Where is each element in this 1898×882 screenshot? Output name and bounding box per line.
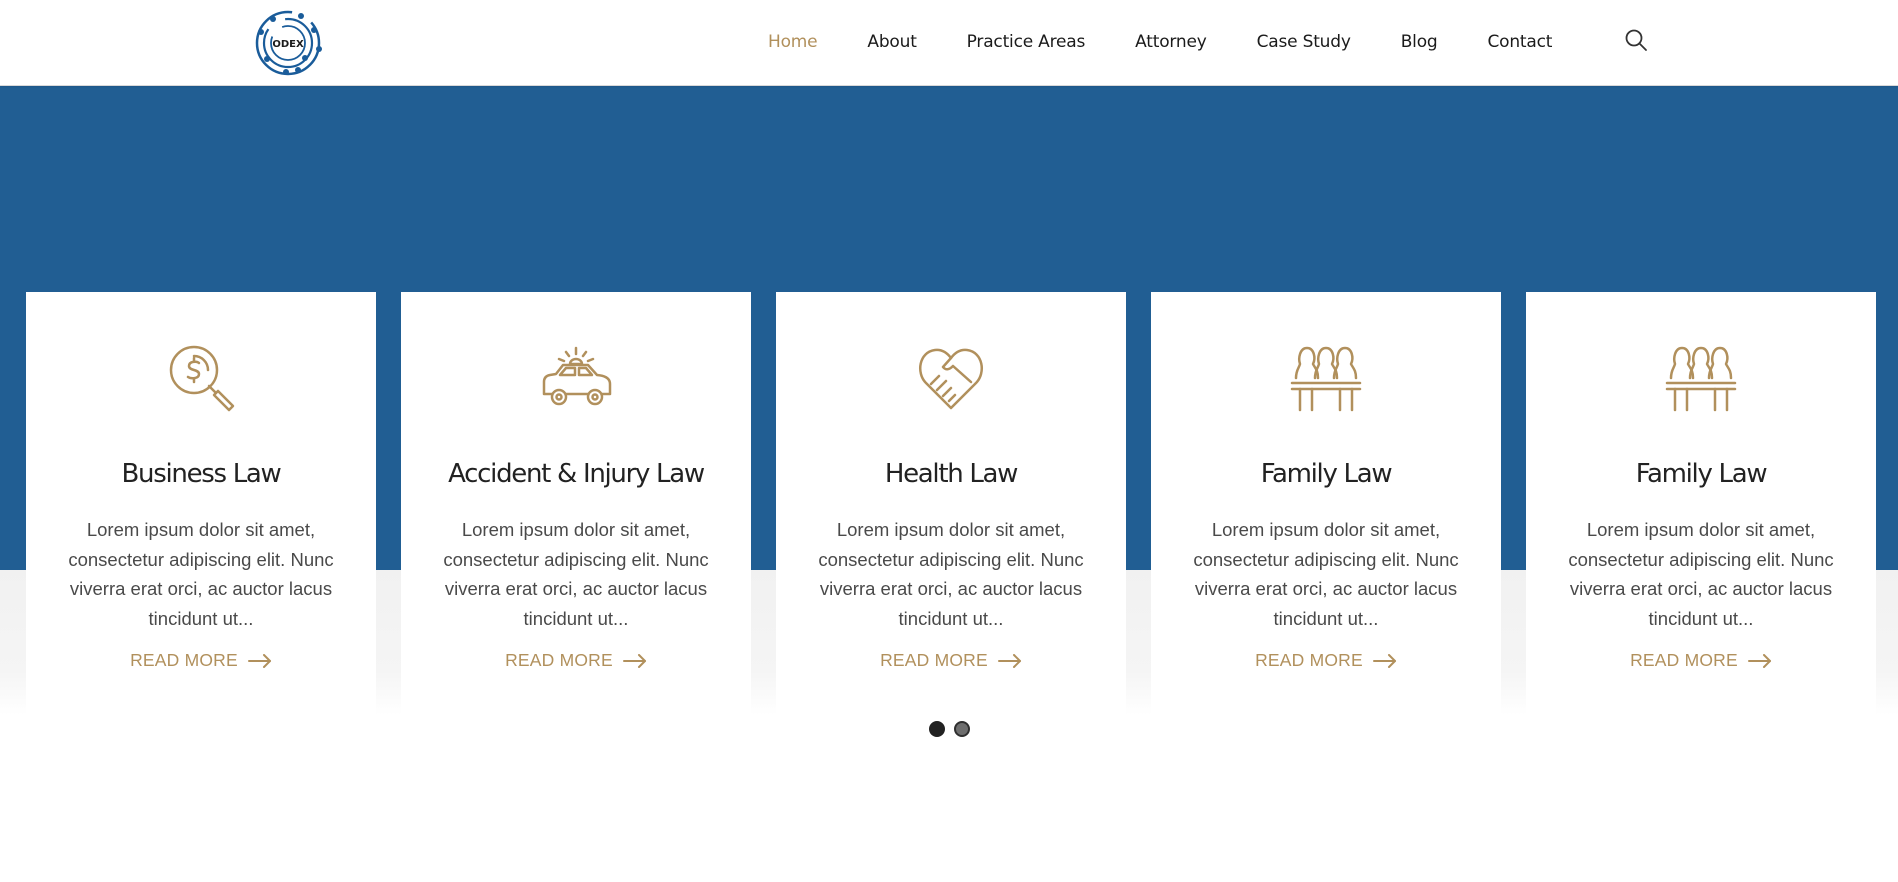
main-nav: Home About Practice Areas Attorney Case … bbox=[768, 0, 1602, 84]
read-more-link[interactable]: READ MORE bbox=[776, 650, 1126, 671]
read-more-label: READ MORE bbox=[1630, 650, 1738, 670]
card-text: Lorem ipsum dolor sit amet, consectetur … bbox=[1193, 519, 1459, 629]
read-more-link[interactable]: READ MORE bbox=[401, 650, 751, 671]
card-title: Family Law bbox=[1635, 459, 1768, 489]
family-table-icon bbox=[1665, 346, 1737, 412]
card-text: Lorem ipsum dolor sit amet, consectetur … bbox=[68, 519, 334, 629]
nav-blog[interactable]: Blog bbox=[1401, 32, 1438, 52]
card-text: Lorem ipsum dolor sit amet, consectetur … bbox=[443, 519, 709, 629]
arrow-right-icon bbox=[997, 653, 1021, 668]
read-more-label: READ MORE bbox=[880, 650, 988, 670]
practice-card-health: Health Law Lorem ipsum dolor sit amet, c… bbox=[776, 292, 1126, 715]
carousel-dot-1[interactable] bbox=[929, 721, 945, 737]
magnifier-dollar-icon bbox=[169, 345, 235, 412]
carousel-dot-2[interactable] bbox=[954, 721, 970, 737]
arrow-right-icon bbox=[622, 653, 646, 668]
practice-card-family: Family Law Lorem ipsum dolor sit amet, c… bbox=[1151, 292, 1501, 715]
police-car-icon bbox=[542, 346, 612, 406]
read-more-label: READ MORE bbox=[1255, 650, 1363, 670]
odex-logo[interactable]: ODEX bbox=[253, 8, 323, 78]
read-more-link[interactable]: READ MORE bbox=[26, 650, 376, 671]
nav-practice-areas[interactable]: Practice Areas bbox=[967, 32, 1086, 52]
practice-card-accident: Accident & Injury Law Lorem ipsum dolor … bbox=[401, 292, 751, 715]
nav-attorney[interactable]: Attorney bbox=[1135, 32, 1207, 52]
card-text: Lorem ipsum dolor sit amet, consectetur … bbox=[818, 519, 1084, 629]
read-more-link[interactable]: READ MORE bbox=[1526, 650, 1876, 671]
site-header: ODEX Home About Practice Areas Attorney … bbox=[0, 0, 1898, 86]
read-more-link[interactable]: READ MORE bbox=[1151, 650, 1501, 671]
nav-contact[interactable]: Contact bbox=[1487, 32, 1552, 52]
heart-handshake-icon bbox=[918, 348, 984, 410]
card-title: Family Law bbox=[1260, 459, 1393, 489]
family-table-icon bbox=[1290, 346, 1362, 412]
nav-home[interactable]: Home bbox=[768, 32, 818, 52]
card-title: Accident & Injury Law bbox=[448, 459, 705, 489]
search-icon[interactable] bbox=[1624, 28, 1648, 52]
nav-about[interactable]: About bbox=[867, 32, 916, 52]
card-title: Health Law bbox=[884, 459, 1019, 489]
logo-text: ODEX bbox=[272, 39, 304, 50]
practice-card-family: Family Law Lorem ipsum dolor sit amet, c… bbox=[1526, 292, 1876, 715]
arrow-right-icon bbox=[1372, 653, 1396, 668]
card-title: Business Law bbox=[121, 459, 282, 489]
arrow-right-icon bbox=[1747, 653, 1771, 668]
nav-case-study[interactable]: Case Study bbox=[1257, 32, 1351, 52]
read-more-label: READ MORE bbox=[505, 650, 613, 670]
card-text: Lorem ipsum dolor sit amet, consectetur … bbox=[1568, 519, 1834, 629]
carousel-pagination bbox=[929, 721, 970, 737]
read-more-label: READ MORE bbox=[130, 650, 238, 670]
practice-card-business: Business Law Lorem ipsum dolor sit amet,… bbox=[26, 292, 376, 715]
arrow-right-icon bbox=[247, 653, 271, 668]
